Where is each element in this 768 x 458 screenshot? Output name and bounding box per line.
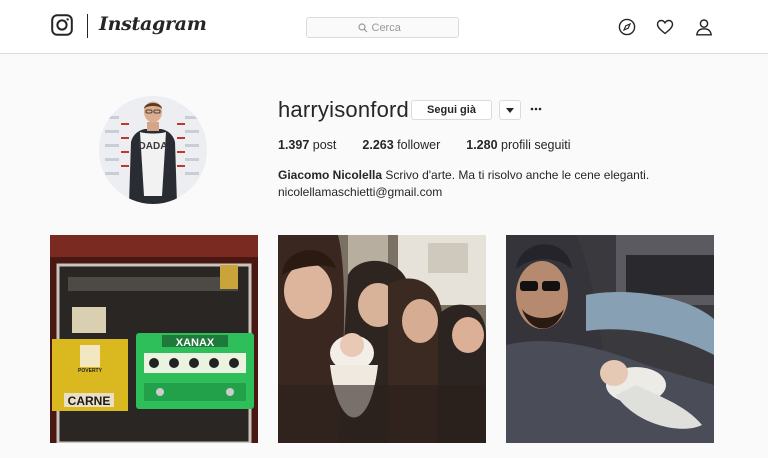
bio-line: Giacomo Nicolella Scrivo d'arte. Ma ti r… [278,167,649,184]
search-box[interactable] [306,17,459,38]
instagram-camera-icon[interactable] [51,14,73,36]
heart-icon[interactable] [656,18,674,36]
profile-stats: 1.397 post 2.263 follower 1.280 profili … [278,138,597,152]
posts-count: 1.397 [278,138,310,152]
more-options-button[interactable] [529,101,543,117]
logo-divider [87,14,88,38]
post-thumbnail-guitar-pedals[interactable]: POVERTY CARNE XANAX [50,235,258,443]
profile-username: harryisonford [278,97,409,122]
more-dots-icon [530,107,542,111]
posts-stat: 1.397 post [278,138,336,152]
profile-email[interactable]: nicolellamaschietti@gmail.com [278,184,649,201]
profile-full-name: Giacomo Nicolella [278,168,383,182]
sticker-text: CARNE [68,394,111,408]
suggestions-dropdown-button[interactable] [499,100,521,120]
search-input[interactable] [371,21,408,34]
instagram-wordmark[interactable]: Instagram [99,13,207,35]
user-icon[interactable] [695,18,713,36]
top-navigation-bar: Instagram [0,0,768,54]
compass-icon[interactable] [618,18,636,36]
avatar-shirt-text: DADA [139,141,168,152]
profile-bio: Giacomo Nicolella Scrivo d'arte. Ma ti r… [278,167,649,201]
poster-text: POVERTY [78,368,103,374]
followers-count: 2.263 [362,138,394,152]
pedal-brand-text: XANAX [176,337,215,349]
posts-label: post [312,138,337,152]
followers-label: follower [397,138,441,152]
post-thumbnail-family-baby[interactable] [278,235,486,443]
following-button[interactable]: Segui già [411,100,492,120]
chevron-down-icon [506,107,514,113]
following-stat[interactable]: 1.280 profili seguiti [466,138,570,152]
followers-stat[interactable]: 2.263 follower [362,138,440,152]
bio-text: Scrivo d'arte. Ma ti risolvo anche le ce… [385,168,650,182]
following-label: profili seguiti [501,138,571,152]
following-count: 1.280 [466,138,498,152]
post-thumbnail-man-baby[interactable] [506,235,714,443]
profile-avatar[interactable]: DADA [99,96,207,204]
search-icon [357,22,367,32]
